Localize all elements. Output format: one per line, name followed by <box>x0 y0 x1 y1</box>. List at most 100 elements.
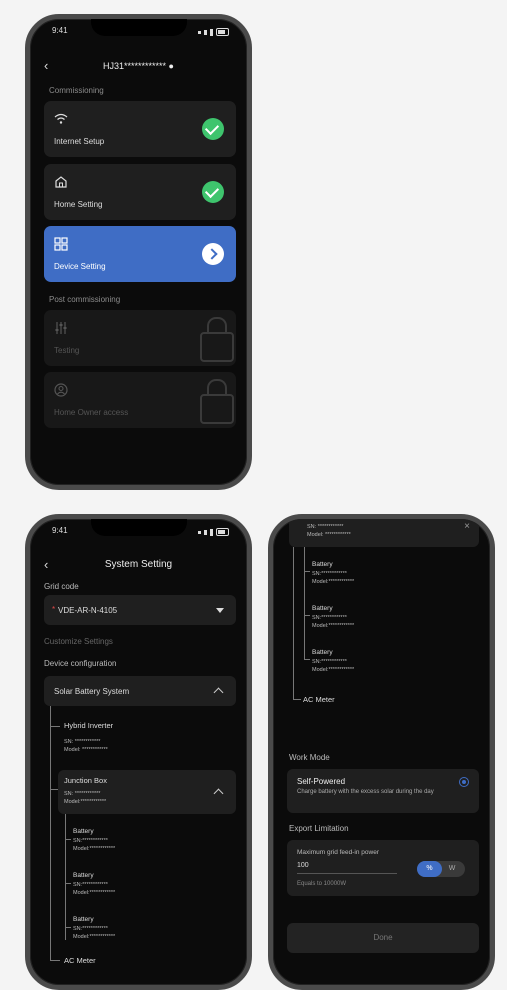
home-icon <box>55 176 67 188</box>
status-bar: 9:41 <box>52 526 229 538</box>
step-testing: Testing <box>44 310 236 366</box>
tree-branch <box>65 883 71 884</box>
hybrid-inverter-sn: SN: ************ <box>64 739 101 745</box>
chevron-right-icon[interactable] <box>202 243 224 265</box>
tree-branch <box>293 699 301 700</box>
page-title: System Setting <box>104 559 173 570</box>
battery-title: Battery <box>73 916 94 923</box>
battery-model: Model:************ <box>73 846 116 852</box>
grid-icon <box>54 237 68 251</box>
tree-branch <box>304 659 310 660</box>
battery-sn: SN:************ <box>73 882 108 888</box>
status-icons <box>198 26 229 38</box>
battery-sn: SN:************ <box>312 571 347 577</box>
max-feed-input[interactable]: 100 <box>297 862 397 874</box>
phone-work-mode: SN: ************ Model: ************ × B… <box>268 514 495 990</box>
check-icon <box>202 181 224 203</box>
max-feed-label: Maximum grid feed-in power <box>297 849 380 856</box>
chevron-up-icon <box>213 687 224 698</box>
wifi-icon <box>54 113 68 124</box>
caret-down-icon <box>216 608 224 613</box>
tree-branch <box>50 726 60 727</box>
tree-line <box>65 814 66 940</box>
step-device-setting[interactable]: Device Setting <box>44 226 236 282</box>
status-bar: 9:41 <box>52 26 229 38</box>
battery-sn: SN:************ <box>73 926 108 932</box>
phone-commissioning: 9:41 ‹ HJ31************ ● Commissioning … <box>25 14 252 490</box>
status-time: 9:41 <box>52 526 68 535</box>
page-title: HJ31************ ● <box>103 60 174 71</box>
top-device-sn: SN: ************ <box>307 524 344 530</box>
battery-title: Battery <box>73 872 94 879</box>
battery-model: Model:************ <box>312 667 355 673</box>
close-icon[interactable]: × <box>464 521 470 532</box>
step-label: Testing <box>54 346 80 355</box>
unit-toggle[interactable]: % W <box>417 861 465 877</box>
junction-box-card[interactable]: Junction Box SN: ************ Model:****… <box>58 770 236 814</box>
system-type-value: Solar Battery System <box>54 687 130 696</box>
required-marker: * <box>52 605 56 614</box>
equals-text: Equals to 10000W <box>297 881 347 887</box>
status-icons <box>198 526 229 538</box>
radio-selected[interactable] <box>459 777 469 787</box>
back-icon[interactable]: ‹ <box>44 58 62 73</box>
tree-line <box>293 547 294 699</box>
top-device-model: Model: ************ <box>307 532 351 538</box>
work-mode-title: Self-Powered <box>297 777 346 786</box>
header: ‹ HJ31************ ● <box>44 58 233 73</box>
work-mode-option[interactable]: Self-Powered Charge battery with the exc… <box>287 769 479 813</box>
phone-system-setting: 9:41 ‹ System Setting Grid code * VDE-AR… <box>25 514 252 990</box>
tree-branch <box>304 571 310 572</box>
battery-model: Model:************ <box>73 934 116 940</box>
hybrid-inverter-title: Hybrid Inverter <box>64 721 114 730</box>
battery-model: Model:************ <box>312 623 355 629</box>
junction-box-model: Model:************ <box>64 799 107 805</box>
ac-meter-label: AC Meter <box>303 695 335 704</box>
battery-sn: SN:************ <box>312 659 347 665</box>
export-limitation-card: Maximum grid feed-in power 100 % W Equal… <box>287 840 479 896</box>
grid-code-label: Grid code <box>44 582 79 591</box>
section-commissioning: Commissioning <box>49 86 104 95</box>
work-mode-label: Work Mode <box>289 753 330 762</box>
battery-title: Battery <box>312 561 333 568</box>
tree-branch <box>50 960 60 961</box>
device-configuration-label: Device configuration <box>44 659 117 668</box>
battery-sn: SN:************ <box>73 838 108 844</box>
step-home-setting[interactable]: Home Setting <box>44 164 236 220</box>
unit-w-option[interactable]: W <box>443 861 461 877</box>
battery-sn: SN:************ <box>312 615 347 621</box>
header: ‹ System Setting <box>44 557 233 572</box>
grid-code-value: VDE-AR-N-4105 <box>58 606 118 615</box>
battery-model: Model:************ <box>73 890 116 896</box>
step-label: Internet Setup <box>54 137 105 146</box>
ac-meter-label: AC Meter <box>64 956 96 965</box>
tree-line <box>304 547 305 659</box>
step-home-owner-access: Home Owner access <box>44 372 236 428</box>
tree-line <box>50 706 51 960</box>
step-label: Home Owner access <box>54 408 129 417</box>
grid-code-select[interactable]: * VDE-AR-N-4105 <box>44 595 236 625</box>
step-label: Home Setting <box>54 200 103 209</box>
done-button[interactable]: Done <box>287 923 479 953</box>
battery-icon <box>216 528 229 536</box>
section-post-commissioning: Post commissioning <box>49 295 121 304</box>
tree-branch <box>65 839 71 840</box>
battery-title: Battery <box>73 828 94 835</box>
lock-icon <box>200 379 234 424</box>
check-icon <box>202 118 224 140</box>
back-icon[interactable]: ‹ <box>44 557 62 572</box>
tree-branch <box>50 789 58 790</box>
system-type-select[interactable]: Solar Battery System <box>44 676 236 706</box>
step-internet-setup[interactable]: Internet Setup <box>44 101 236 157</box>
work-mode-description: Charge battery with the excess solar dur… <box>297 789 434 795</box>
top-device-card: SN: ************ Model: ************ <box>289 519 479 547</box>
tree-branch <box>65 927 71 928</box>
tree-branch <box>304 615 310 616</box>
hybrid-inverter-model: Model: ************ <box>64 747 108 753</box>
junction-box-sn: SN: ************ <box>64 791 101 797</box>
chevron-up-icon <box>213 788 224 799</box>
customize-settings-label: Customize Settings <box>44 637 113 646</box>
lock-icon <box>200 317 234 362</box>
battery-model: Model:************ <box>312 579 355 585</box>
unit-percent-option[interactable]: % <box>417 861 442 877</box>
